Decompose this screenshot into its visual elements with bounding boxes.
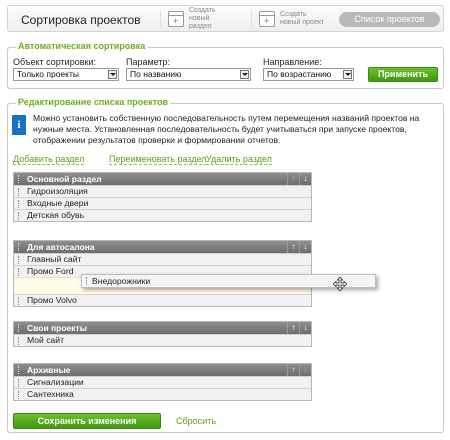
dropdown-arrow-icon[interactable] — [343, 70, 352, 79]
delete-section-link[interactable]: Удалить раздел — [206, 154, 272, 165]
section-header[interactable]: Архивные ↑ ↓ — [14, 364, 311, 376]
sort-direction-select[interactable]: По возрастанию — [263, 68, 354, 81]
list-item[interactable]: Входные двери — [14, 197, 311, 209]
item-label: Промо Volvo — [27, 295, 77, 305]
arrow-down-icon[interactable]: ↓ — [299, 173, 311, 185]
item-label: Гидроизоляция — [27, 186, 88, 196]
section-header[interactable]: Для автосалона ↑ ↓ — [14, 241, 311, 253]
section-header[interactable]: Основной раздел ↑ ↓ — [14, 173, 311, 185]
list-item[interactable]: Детская обувь — [14, 209, 311, 221]
save-changes-button[interactable]: Сохранить изменения — [13, 413, 161, 429]
arrow-down-icon[interactable]: ↓ — [299, 322, 311, 334]
section-title: Архивные — [27, 365, 71, 375]
new-section-icon: + — [168, 11, 184, 27]
sort-param-label: Параметр: — [126, 57, 171, 67]
reset-link[interactable]: Сбросить — [176, 416, 216, 426]
item-label: Мой сайт — [27, 335, 65, 345]
edit-list-legend: Редактирование списка проектов — [16, 97, 171, 107]
section-archive: Архивные ↑ ↓ Сигнализации Сантехника — [13, 363, 312, 401]
arrow-up-icon[interactable]: ↑ — [287, 322, 299, 334]
drag-handle-icon[interactable] — [18, 379, 20, 387]
item-label: Главный сайт — [27, 254, 82, 264]
drag-handle-icon[interactable] — [18, 256, 20, 264]
section-main: Основной раздел ↑ ↓ Гидроизоляция Входны… — [13, 172, 312, 222]
item-label: Промо Ford — [27, 266, 74, 276]
info-text: Можно установить собственную последовате… — [33, 113, 420, 145]
drag-handle-icon[interactable] — [18, 200, 20, 208]
sort-object-value: Только проекты — [17, 69, 79, 79]
section-title: Основной раздел — [27, 174, 102, 184]
drag-handle-icon[interactable] — [18, 268, 20, 276]
info-icon: i — [12, 115, 26, 135]
sort-object-label: Объект сортировки: — [13, 57, 96, 67]
drag-handle-icon[interactable] — [18, 243, 20, 251]
sort-object-select[interactable]: Только проекты — [13, 68, 119, 81]
create-section-button[interactable]: + Создать новый раздел — [168, 7, 231, 30]
rename-section-link[interactable]: Переименовать раздел — [109, 154, 207, 165]
list-item[interactable]: Сигнализации — [14, 376, 311, 388]
dragging-item-label: Внедорожники — [92, 276, 151, 286]
dragging-item[interactable]: Внедорожники — [81, 274, 376, 288]
create-section-label: Создать новый раздел — [189, 7, 216, 30]
sort-direction-value: По возрастанию — [267, 69, 332, 79]
list-item[interactable]: Гидроизоляция — [14, 185, 311, 197]
page-title: Сортировка проектов — [21, 13, 141, 27]
item-label: Детская обувь — [27, 210, 85, 220]
list-item[interactable]: Главный сайт — [14, 253, 311, 265]
create-project-button[interactable]: + Создать новый проект — [259, 9, 326, 29]
sort-direction-label: Направление: — [263, 57, 322, 67]
auto-sort-legend: Автоматическая сортировка — [16, 41, 148, 51]
dropdown-arrow-icon[interactable] — [108, 70, 117, 79]
list-item[interactable]: Сантехника — [14, 388, 311, 400]
section-header[interactable]: Свои проекты ↑ ↓ — [14, 322, 311, 334]
item-label: Входные двери — [27, 198, 89, 208]
list-item[interactable]: Мой сайт — [14, 334, 311, 346]
arrow-up-icon[interactable]: ↑ — [287, 173, 299, 185]
sort-param-select[interactable]: По названию — [126, 68, 251, 81]
page-header: Сортировка проектов + Создать новый разд… — [7, 5, 444, 32]
dropdown-arrow-icon[interactable] — [240, 70, 249, 79]
drag-handle-icon[interactable] — [18, 391, 20, 399]
list-item[interactable]: Промо Volvo — [14, 294, 311, 306]
arrow-down-icon[interactable]: ↓ — [299, 364, 311, 376]
drag-handle-icon[interactable] — [18, 175, 20, 183]
add-section-link[interactable]: Добавить раздел — [13, 154, 85, 165]
drag-handle-icon[interactable] — [18, 297, 20, 305]
projects-list-button[interactable]: Список проектов — [339, 12, 440, 27]
new-project-icon: + — [259, 11, 275, 27]
arrow-up-icon[interactable]: ↑ — [287, 364, 299, 376]
divider — [160, 11, 161, 27]
sort-param-value: По названию — [130, 69, 182, 79]
apply-button[interactable]: Применить — [368, 67, 438, 82]
drag-handle-icon[interactable] — [86, 277, 88, 285]
drag-handle-icon[interactable] — [18, 188, 20, 196]
drag-handle-icon[interactable] — [18, 337, 20, 345]
arrow-up-icon[interactable]: ↑ — [287, 241, 299, 253]
item-label: Сигнализации — [27, 377, 84, 387]
section-title: Для автосалона — [27, 242, 95, 252]
item-label: Сантехника — [27, 389, 74, 399]
section-own-projects: Свои проекты ↑ ↓ Мой сайт — [13, 321, 312, 347]
move-cursor-icon — [333, 277, 347, 291]
drag-handle-icon[interactable] — [18, 366, 20, 374]
arrow-down-icon[interactable]: ↓ — [299, 241, 311, 253]
drag-handle-icon[interactable] — [18, 324, 20, 332]
drag-handle-icon[interactable] — [18, 212, 20, 220]
section-title: Свои проекты — [27, 323, 87, 333]
divider — [251, 11, 252, 27]
create-project-label: Создать новый проект — [280, 11, 325, 26]
